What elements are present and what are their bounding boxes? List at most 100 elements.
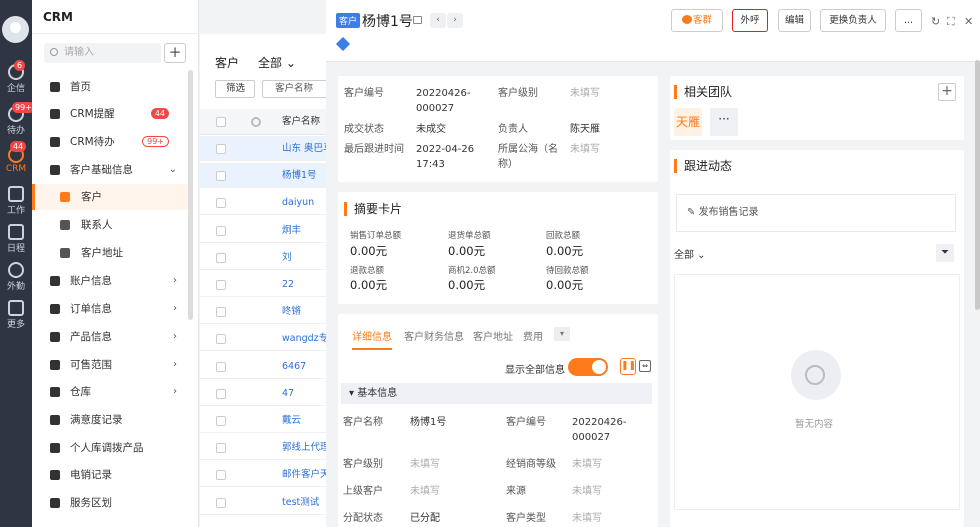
table-row[interactable]: 山东 奥巴马 [200, 136, 327, 161]
row-checkbox[interactable] [216, 198, 226, 209]
sidebar-item-satisfaction[interactable]: 满意度记录 [32, 407, 189, 433]
sidebar-item-contact[interactable]: 联系人 [32, 212, 189, 238]
rail-item-more[interactable]: 更多 [0, 300, 32, 330]
team-member-avatar[interactable]: 天雁 [674, 108, 702, 136]
call-button[interactable]: 外呼 [732, 9, 768, 32]
table-row[interactable]: daiyun [200, 190, 327, 216]
customer-link[interactable]: 郭线上代理客 [282, 435, 327, 460]
sidebar-item-address[interactable]: 客户地址 [32, 240, 189, 266]
tabs-more-icon[interactable]: ▾ [554, 327, 570, 341]
add-member-button[interactable]: + [938, 83, 956, 101]
row-checkbox[interactable] [216, 280, 226, 290]
tab-address[interactable]: 客户地址 [473, 328, 513, 343]
show-all-toggle[interactable] [568, 358, 608, 376]
rail-item-qixin[interactable]: 企信 6 [0, 60, 32, 94]
fullscreen-icon[interactable]: ⛶ [947, 15, 955, 29]
customer-link[interactable]: 山东 奥巴马 [282, 136, 327, 161]
tab-expense[interactable]: 费用 [523, 328, 543, 343]
sidebar-item-customer-basic[interactable]: 客户基础信息 ⌄ [32, 157, 189, 183]
customer-link[interactable]: daiyun [282, 190, 327, 215]
table-row[interactable]: 邮件客户天顺 [200, 462, 327, 488]
table-row[interactable]: wangdz专属 [200, 326, 327, 352]
table-row[interactable]: 47 [200, 381, 327, 406]
prev-button[interactable]: ‹ [430, 13, 446, 28]
panel-scrollbar[interactable] [975, 60, 980, 310]
select-all-checkbox[interactable] [216, 117, 226, 127]
customer-link[interactable]: 炯丰 [282, 218, 327, 243]
row-checkbox[interactable] [216, 497, 226, 508]
sidebar-item-sale-range[interactable]: 可售范围 › [32, 352, 189, 378]
more-button[interactable]: ... [895, 9, 922, 32]
filter-button[interactable]: 筛选 [215, 80, 255, 98]
team-more-button[interactable]: ··· [710, 108, 738, 136]
table-row[interactable]: 郭线上代理客 [200, 435, 327, 461]
table-row[interactable]: 杨博1号 [200, 163, 327, 189]
rail-item-todo[interactable]: 待办 99+ [0, 102, 35, 136]
settings-icon[interactable] [251, 117, 261, 127]
rail-item-crm[interactable]: CRM 44 [0, 141, 32, 174]
scope-select[interactable]: 全部 ⌄ [258, 54, 296, 71]
edit-button[interactable]: 编辑 [778, 9, 811, 32]
customer-link[interactable]: test测试 [282, 490, 327, 515]
rail-item-schedule[interactable]: 日程 [0, 224, 32, 254]
row-checkbox[interactable] [216, 144, 226, 154]
customer-link[interactable]: 22 [282, 272, 327, 297]
customer-link[interactable]: wangdz专属 [282, 326, 327, 351]
sidebar-scrollbar[interactable] [188, 70, 193, 320]
row-checkbox[interactable] [216, 416, 226, 426]
row-checkbox[interactable] [216, 443, 226, 454]
sidebar-search-input[interactable]: 请输入 [44, 43, 161, 63]
basic-section-header[interactable]: ▾ 基本信息 [341, 383, 652, 404]
table-row[interactable]: 6467 [200, 354, 327, 379]
pause-icon[interactable]: ❚❚ [620, 358, 636, 375]
funnel-icon[interactable]: ⏷ [936, 244, 954, 262]
user-avatar[interactable] [2, 16, 29, 43]
sidebar-item-account[interactable]: 账户信息 › [32, 268, 189, 294]
name-search-input[interactable]: 客户名称 [262, 80, 332, 98]
table-row[interactable]: 22 [200, 272, 327, 297]
refresh-icon[interactable]: ↻ [931, 15, 940, 28]
follow-filter-select[interactable]: 全部 ⌄ [674, 246, 706, 261]
sidebar-item-telesales[interactable]: 电销记录 [32, 462, 189, 488]
row-checkbox[interactable] [216, 334, 226, 345]
rail-item-work[interactable]: 工作 [0, 186, 32, 216]
sidebar-item-home[interactable]: 首页 [32, 74, 189, 100]
table-row[interactable]: 戴云 [200, 408, 327, 433]
table-row[interactable]: 刘 [200, 245, 327, 270]
customer-link[interactable]: 杨博1号 [282, 163, 327, 188]
row-checkbox[interactable] [216, 225, 226, 236]
add-button[interactable]: + [164, 43, 186, 63]
next-button[interactable]: › [447, 13, 463, 28]
row-checkbox[interactable] [216, 361, 226, 372]
row-checkbox[interactable] [216, 252, 226, 263]
kequn-button[interactable]: 客群 [671, 9, 723, 32]
close-icon[interactable]: ✕ [964, 15, 973, 28]
customer-link[interactable]: 47 [282, 381, 327, 406]
sidebar-item-warehouse[interactable]: 仓库 › [32, 379, 189, 405]
sidebar-item-product[interactable]: 产品信息 › [32, 324, 189, 350]
layout-icon[interactable]: ⇔ [639, 360, 651, 372]
row-checkbox[interactable] [216, 470, 226, 481]
sidebar-item-customer[interactable]: 客户 [32, 184, 189, 210]
sidebar-item-crm-todo[interactable]: CRM待办 99+ [32, 129, 189, 155]
table-row[interactable]: test测试 [200, 490, 327, 515]
row-checkbox[interactable] [216, 388, 226, 399]
customer-link[interactable]: 刘 [282, 245, 327, 270]
publish-sales-record[interactable]: ✎ 发布销售记录 [676, 194, 956, 232]
customer-link[interactable]: 咚锵 [282, 299, 327, 324]
table-row[interactable]: 炯丰 [200, 218, 327, 243]
customer-link[interactable]: 邮件客户天顺 [282, 462, 327, 487]
tab-detail[interactable]: 详细信息 [352, 328, 392, 350]
row-checkbox[interactable] [216, 307, 226, 318]
sidebar-item-order[interactable]: 订单信息 › [32, 296, 189, 322]
sidebar-item-transfer[interactable]: 个人库调拨产品 [32, 435, 189, 461]
customer-link[interactable]: 戴云 [282, 408, 327, 433]
sidebar-item-crm-remind[interactable]: CRM提醒 44 [32, 101, 189, 127]
tab-finance[interactable]: 客户财务信息 [404, 328, 464, 343]
table-row[interactable]: 咚锵 [200, 299, 327, 325]
row-checkbox[interactable] [216, 171, 226, 182]
rail-item-field[interactable]: 外勤 [0, 262, 32, 292]
sidebar-item-service-area[interactable]: 服务区划 [32, 490, 189, 516]
customer-link[interactable]: 6467 [282, 354, 327, 379]
change-owner-button[interactable]: 更换负责人 [820, 9, 886, 32]
